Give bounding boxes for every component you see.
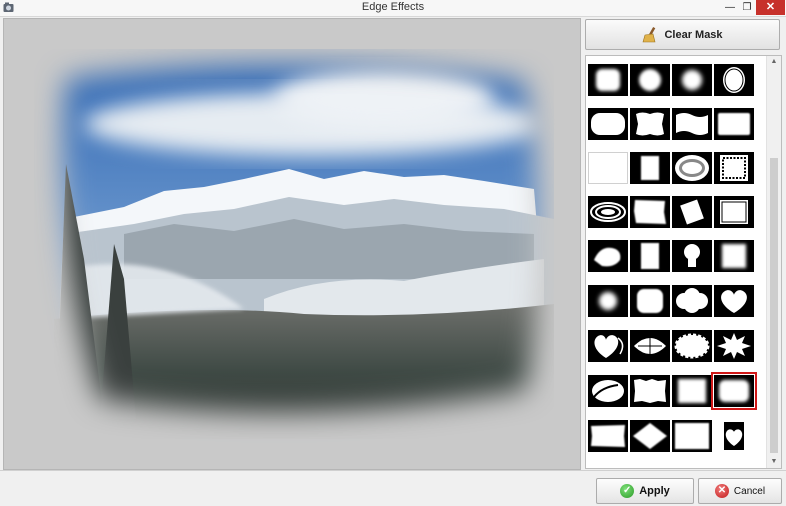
edge-shape-burst-small[interactable] [588,285,628,317]
edge-shape-diamond[interactable] [630,420,670,452]
preview-canvas[interactable] [3,18,581,470]
edge-shape-heart-small[interactable] [714,420,754,452]
edge-shape-blur-frame[interactable] [672,420,712,452]
close-button[interactable]: ✕ [756,0,785,15]
edge-shape-wavy-label[interactable] [630,108,670,140]
edge-shape-torn-paper[interactable] [630,375,670,407]
minimize-button[interactable]: — [722,0,738,15]
edge-shape-ellipse-ring[interactable] [672,152,712,184]
broom-icon [643,26,656,42]
edge-shape-starburst[interactable] [714,330,754,362]
edge-shape-burst-square[interactable] [588,64,628,96]
edge-shape-scalloped-oval[interactable] [672,330,712,362]
bottom-bar: ✓ Apply ✕ Cancel [0,470,786,506]
edge-shape-swirl-oval[interactable] [588,196,628,228]
edge-shape-tilted-square[interactable] [672,196,712,228]
clear-mask-label: Clear Mask [664,28,723,41]
shape-list-scrollbar[interactable]: ▲ ▼ [766,56,781,468]
edge-shape-tall-rough-rect[interactable] [630,240,670,272]
edge-shape-heart[interactable] [714,285,754,317]
edge-shape-grunge-square[interactable] [714,240,754,272]
edge-shape-rounded-square[interactable] [630,285,670,317]
edge-shape-brush-stroke[interactable] [588,240,628,272]
scrollbar-thumb[interactable] [770,158,778,453]
edge-shape-soft-square[interactable] [672,375,712,407]
edge-shape-burst-circle[interactable] [630,64,670,96]
scroll-up-arrow-icon[interactable]: ▲ [767,56,781,68]
edge-shape-rough-rect[interactable] [630,152,670,184]
edge-shape-square-frame[interactable] [714,196,754,228]
check-icon: ✓ [620,484,635,498]
edge-shape-ornate-frame[interactable] [714,152,754,184]
edge-shape-blur-rect[interactable] [711,372,757,410]
edge-shape-oval-frame[interactable] [714,64,754,96]
preview-image [4,19,580,469]
edge-shape-heart-swirl[interactable] [588,330,628,362]
clear-mask-button[interactable]: Clear Mask [585,19,780,50]
edge-shape-plain-rect[interactable] [588,152,628,184]
edge-shape-ribbon-rect[interactable] [672,108,712,140]
edge-shape-oval-swirl[interactable] [588,375,628,407]
edge-shape-cloud-bubble[interactable] [672,285,712,317]
apply-label: Apply [639,485,670,497]
edge-shape-torn-rect[interactable] [630,196,670,228]
window-title: Edge Effects [361,1,425,13]
edge-shape-burst-radial[interactable] [672,64,712,96]
scroll-down-arrow-icon[interactable]: ▼ [767,456,781,468]
edge-shape-light-bulb[interactable] [672,240,712,272]
shape-list[interactable]: ▲ ▼ [585,55,782,469]
cancel-button[interactable]: ✕ Cancel [698,478,782,504]
cancel-label: Cancel [733,485,766,497]
edge-shape-rounded-rect[interactable] [588,108,628,140]
cancel-icon: ✕ [714,484,729,498]
title-bar: Edge Effects — ❐ ✕ [0,0,786,17]
edge-shape-rough-wide-rect[interactable] [588,420,628,452]
edge-shape-soft-rect[interactable] [714,108,754,140]
apply-button[interactable]: ✓ Apply [596,478,694,504]
edge-shape-floral-burst[interactable] [630,330,670,362]
restore-button[interactable]: ❐ [739,0,755,15]
side-panel: Clear Mask ▲ ▼ [583,18,783,469]
